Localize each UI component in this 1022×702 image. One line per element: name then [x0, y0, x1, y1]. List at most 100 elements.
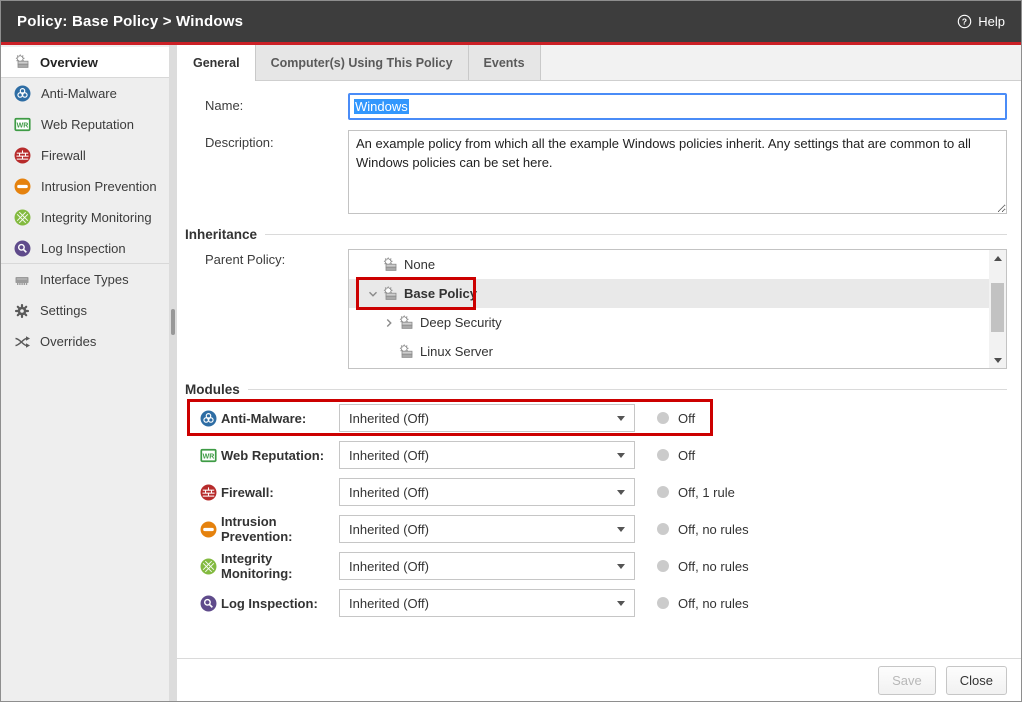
- sidebar-item-intrusion-prevention[interactable]: Intrusion Prevention: [1, 171, 169, 202]
- sidebar-item-label: Firewall: [41, 148, 86, 163]
- sidebar-item-integrity-monitoring[interactable]: Integrity Monitoring: [1, 202, 169, 233]
- module-label: Firewall:: [221, 485, 339, 500]
- integrity-monitoring-dropdown[interactable]: Inherited (Off): [339, 552, 635, 580]
- parent-policy-tree: None Base Policy Deep Security Linux Ser…: [348, 249, 1007, 369]
- policy-icon: [381, 257, 399, 273]
- sidebar-item-interface-types[interactable]: Interface Types: [1, 264, 169, 295]
- tree-item-label: None: [399, 257, 435, 272]
- dropdown-value: Inherited (Off): [349, 522, 429, 537]
- policy-icon: [397, 315, 415, 331]
- scroll-thumb[interactable]: [991, 283, 1004, 332]
- log-inspection-icon: [200, 595, 217, 612]
- window-body: Overview Anti-Malware WRWeb Reputation F…: [1, 45, 1021, 701]
- tree-scrollbar[interactable]: [989, 250, 1006, 368]
- general-tab-page: Name: Windows Description: An example po…: [177, 81, 1021, 658]
- module-row-web-reputation: WRWeb Reputation:Inherited (Off)Off: [200, 441, 695, 469]
- overrides-icon: [14, 334, 30, 350]
- sidebar-item-overview[interactable]: Overview: [1, 47, 169, 78]
- module-status: Off, no rules: [678, 522, 749, 537]
- description-textarea[interactable]: An example policy from which all the exa…: [348, 130, 1007, 214]
- integrity-monitoring-icon: [200, 558, 217, 575]
- tree-item-partial[interactable]: [349, 366, 989, 368]
- tree-item-label: Linux Server: [415, 344, 493, 359]
- module-status: Off: [678, 411, 695, 426]
- module-row-integrity-monitoring: Integrity Monitoring:Inherited (Off)Off,…: [200, 552, 749, 580]
- sidebar-item-log-inspection[interactable]: Log Inspection: [1, 233, 169, 264]
- tab-events[interactable]: Events: [469, 45, 541, 80]
- module-label: Anti-Malware:: [221, 411, 339, 426]
- name-row: Name: Windows: [185, 93, 1007, 120]
- sidebar-item-overrides[interactable]: Overrides: [1, 326, 169, 357]
- module-row-firewall: Firewall:Inherited (Off)Off, 1 rule: [200, 478, 735, 506]
- module-row-log-inspection: Log Inspection:Inherited (Off)Off, no ru…: [200, 589, 749, 617]
- sidebar: Overview Anti-Malware WRWeb Reputation F…: [1, 45, 169, 701]
- scroll-down-icon[interactable]: [989, 352, 1006, 368]
- dropdown-value: Inherited (Off): [349, 411, 429, 426]
- anti-malware-dropdown[interactable]: Inherited (Off): [339, 404, 635, 432]
- module-label: Intrusion Prevention:: [221, 514, 339, 544]
- dropdown-value: Inherited (Off): [349, 596, 429, 611]
- settings-icon: [14, 303, 30, 319]
- web-reputation-dropdown[interactable]: Inherited (Off): [339, 441, 635, 469]
- sidebar-item-label: Integrity Monitoring: [41, 210, 152, 225]
- sidebar-item-label: Settings: [40, 303, 87, 318]
- sidebar-item-web-reputation[interactable]: WRWeb Reputation: [1, 109, 169, 140]
- help-label: Help: [978, 14, 1005, 29]
- scroll-up-icon[interactable]: [989, 250, 1006, 266]
- status-dot: [657, 449, 669, 461]
- status-dot: [657, 486, 669, 498]
- splitter-grip-icon: [171, 309, 175, 335]
- tree-item-linux-server[interactable]: Linux Server: [349, 337, 989, 366]
- sidebar-item-settings[interactable]: Settings: [1, 295, 169, 326]
- module-status: Off, no rules: [678, 596, 749, 611]
- log-inspection-dropdown[interactable]: Inherited (Off): [339, 589, 635, 617]
- tree-item-deep-security[interactable]: Deep Security: [349, 308, 989, 337]
- sidebar-item-anti-malware[interactable]: Anti-Malware: [1, 78, 169, 109]
- chevron-down-icon[interactable]: [365, 287, 381, 301]
- web-reputation-icon: WR: [200, 447, 217, 464]
- integrity-monitoring-icon: [14, 209, 31, 226]
- module-label: Integrity Monitoring:: [221, 551, 339, 581]
- name-input[interactable]: Windows: [348, 93, 1007, 120]
- status-dot: [657, 523, 669, 535]
- policy-icon: [397, 344, 415, 360]
- anti-malware-icon: [200, 410, 217, 427]
- help-link[interactable]: ? Help: [957, 14, 1005, 29]
- sidebar-item-label: Interface Types: [40, 272, 129, 287]
- module-status: Off: [678, 448, 695, 463]
- title-bar: Policy: Base Policy > Windows ? Help: [1, 1, 1021, 45]
- chevron-down-icon: [617, 601, 625, 606]
- tab-general[interactable]: General: [177, 45, 256, 81]
- main-content: GeneralComputer(s) Using This PolicyEven…: [177, 45, 1021, 701]
- interface-types-icon: [14, 272, 30, 288]
- tab-computer-s-using-this-policy[interactable]: Computer(s) Using This Policy: [256, 45, 469, 80]
- svg-text:WR: WR: [203, 453, 215, 460]
- inheritance-section-title: Inheritance: [185, 227, 1007, 242]
- tree-item-base-policy[interactable]: Base Policy: [349, 279, 989, 308]
- chevron-down-icon: [617, 490, 625, 495]
- sidebar-item-label: Intrusion Prevention: [41, 179, 157, 194]
- description-row: Description: An example policy from whic…: [185, 130, 1007, 214]
- sidebar-item-label: Overview: [40, 55, 98, 70]
- sidebar-splitter[interactable]: [169, 45, 177, 701]
- sidebar-item-label: Anti-Malware: [41, 86, 117, 101]
- chevron-right-icon[interactable]: [381, 316, 397, 330]
- tree-item-none[interactable]: None: [349, 250, 989, 279]
- firewall-icon: [14, 147, 31, 164]
- help-icon: ?: [957, 14, 972, 29]
- sidebar-item-label: Log Inspection: [41, 241, 126, 256]
- web-reputation-icon: WR: [14, 116, 31, 133]
- module-row-anti-malware: Anti-Malware: Inherited (Off) Off: [200, 404, 695, 432]
- policy-editor-window: Policy: Base Policy > Windows ? Help Ove…: [0, 0, 1022, 702]
- sidebar-item-firewall[interactable]: Firewall: [1, 140, 169, 171]
- footer-bar: Save Close: [177, 658, 1021, 701]
- scroll-track[interactable]: [989, 266, 1006, 352]
- parent-policy-row: Parent Policy: None Base Policy Deep Sec…: [185, 249, 1007, 369]
- modules-list: Anti-Malware:Inherited (Off)Off WRWeb Re…: [185, 404, 1007, 617]
- save-button[interactable]: Save: [878, 666, 936, 695]
- close-button[interactable]: Close: [946, 666, 1007, 695]
- description-label: Description:: [185, 130, 348, 150]
- intrusion-prevention-dropdown[interactable]: Inherited (Off): [339, 515, 635, 543]
- dropdown-value: Inherited (Off): [349, 448, 429, 463]
- firewall-dropdown[interactable]: Inherited (Off): [339, 478, 635, 506]
